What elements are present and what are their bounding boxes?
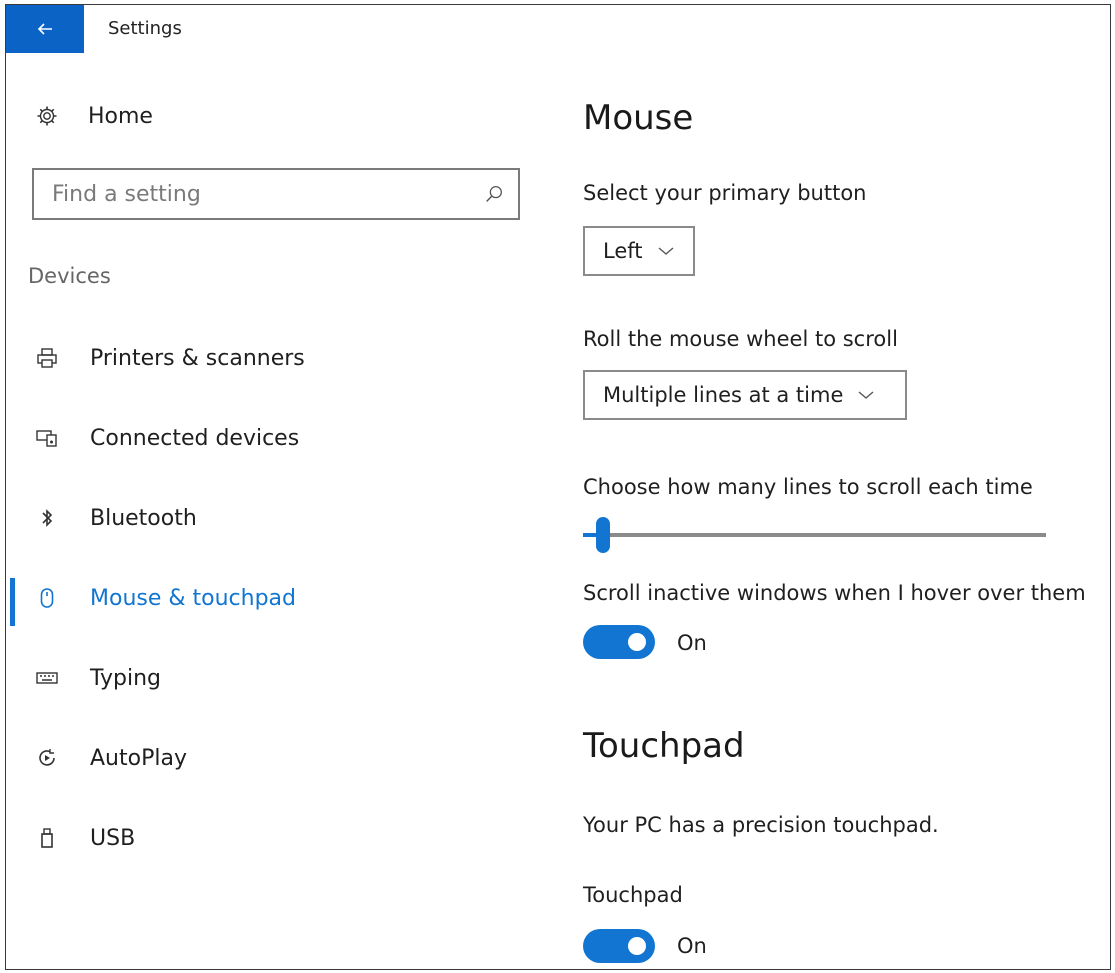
settings-window: Settings Home Devices Printers & scanner… <box>5 4 1111 970</box>
sidebar-item-label: Typing <box>90 665 162 691</box>
sidebar-item-label: Mouse & touchpad <box>90 585 297 611</box>
sidebar-item-mouse-touchpad[interactable]: Mouse & touchpad <box>34 585 296 611</box>
printer-icon <box>34 345 60 371</box>
bluetooth-icon <box>34 505 60 531</box>
touchpad-toggle-label: Touchpad <box>583 883 683 907</box>
sidebar-item-autoplay[interactable]: AutoPlay <box>34 745 187 771</box>
primary-button-value: Left <box>603 239 643 263</box>
primary-button-dropdown[interactable]: Left <box>583 226 695 276</box>
sidebar-item-typing[interactable]: Typing <box>34 665 161 691</box>
sidebar-item-printers[interactable]: Printers & scanners <box>34 345 305 371</box>
search-icon[interactable] <box>480 180 508 208</box>
mouse-heading: Mouse <box>583 98 694 138</box>
search-box <box>32 168 520 220</box>
scroll-inactive-toggle[interactable] <box>583 625 655 659</box>
wheel-scroll-dropdown[interactable]: Multiple lines at a time <box>583 370 907 420</box>
active-indicator <box>10 578 15 626</box>
usb-icon <box>34 825 60 851</box>
autoplay-icon <box>34 745 60 771</box>
sidebar-item-label: Connected devices <box>90 425 300 451</box>
chevron-down-icon <box>657 245 675 257</box>
search-input[interactable] <box>34 169 480 219</box>
title-bar: Settings <box>6 5 1110 53</box>
sidebar-home[interactable]: Home <box>34 103 153 129</box>
toggle-knob <box>628 937 646 955</box>
scroll-inactive-toggle-state: On <box>677 631 707 655</box>
touchpad-heading: Touchpad <box>583 726 745 766</box>
sidebar-item-bluetooth[interactable]: Bluetooth <box>34 505 197 531</box>
touchpad-toggle-state: On <box>677 934 707 958</box>
home-label: Home <box>88 103 153 129</box>
sidebar-item-label: USB <box>90 825 136 851</box>
chevron-down-icon <box>857 389 875 401</box>
lines-to-scroll-label: Choose how many lines to scroll each tim… <box>583 475 1033 499</box>
mouse-icon <box>34 585 60 611</box>
sidebar-item-label: AutoPlay <box>90 745 187 771</box>
sidebar-item-connected-devices[interactable]: Connected devices <box>34 425 299 451</box>
lines-slider-track[interactable] <box>583 533 1046 537</box>
sidebar-item-label: Bluetooth <box>90 505 197 531</box>
connected-devices-icon <box>34 425 60 451</box>
primary-button-label: Select your primary button <box>583 181 867 205</box>
lines-slider-thumb[interactable] <box>596 517 611 553</box>
sidebar-item-usb[interactable]: USB <box>34 825 135 851</box>
back-button[interactable] <box>6 5 84 53</box>
wheel-scroll-value: Multiple lines at a time <box>603 383 844 407</box>
keyboard-icon <box>34 665 60 691</box>
gear-icon <box>34 103 60 129</box>
touchpad-toggle[interactable] <box>583 929 655 963</box>
back-arrow-icon <box>37 23 52 35</box>
toggle-knob <box>628 633 646 651</box>
window-title: Settings <box>108 18 182 39</box>
section-label-devices: Devices <box>28 264 111 288</box>
sidebar-item-label: Printers & scanners <box>90 345 305 371</box>
precision-touchpad-info: Your PC has a precision touchpad. <box>583 813 939 837</box>
scroll-inactive-label: Scroll inactive windows when I hover ove… <box>583 581 1086 605</box>
wheel-scroll-label: Roll the mouse wheel to scroll <box>583 327 898 351</box>
